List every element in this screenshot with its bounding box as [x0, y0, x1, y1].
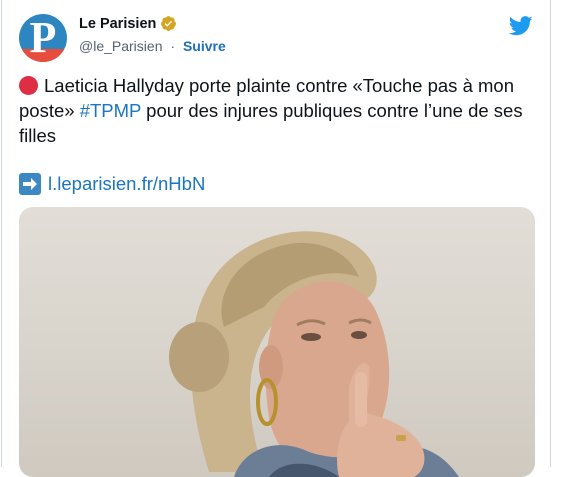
follow-button[interactable]: Suivre: [183, 38, 226, 54]
tweet-text: Laeticia Hallyday porte plainte contre «…: [19, 73, 524, 148]
account-name[interactable]: Le Parisien: [79, 16, 156, 32]
tweet-card: P Le Parisien @le_Parisien · Suivre Laet…: [1, 0, 551, 477]
verified-badge-icon: [161, 16, 177, 31]
photo-illustration: [169, 231, 459, 477]
red-circle-icon: [19, 76, 38, 95]
right-arrow-icon: [19, 172, 41, 195]
account-name-row: Le Parisien: [79, 15, 177, 32]
link-row: l.leparisien.fr/nHbN: [19, 171, 205, 196]
tweet-photo[interactable]: [19, 207, 535, 477]
separator-dot: ·: [170, 38, 176, 54]
hashtag-link[interactable]: #TPMP: [80, 100, 141, 121]
handle-row: @le_Parisien · Suivre: [79, 38, 226, 54]
avatar-letter: P: [29, 14, 57, 62]
article-link[interactable]: l.leparisien.fr/nHbN: [48, 171, 205, 196]
account-handle[interactable]: @le_Parisien: [79, 38, 162, 54]
avatar[interactable]: P: [19, 14, 67, 62]
twitter-bird-icon[interactable]: [509, 16, 533, 36]
